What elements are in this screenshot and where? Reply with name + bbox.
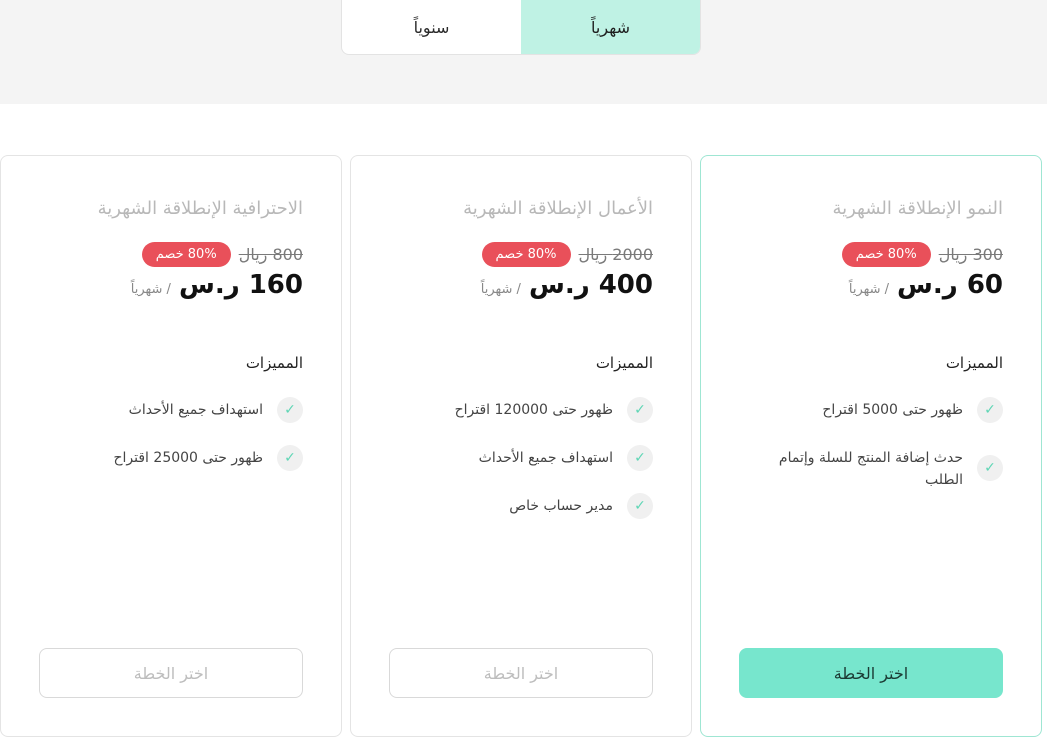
- old-price: 800 ريال: [238, 245, 303, 264]
- price-original-row: 300 ريال 80% خصم: [841, 242, 1003, 267]
- old-price: 2000 ريال: [578, 245, 653, 264]
- plan-title: الأعمال الإنطلاقة الشهرية: [463, 198, 653, 219]
- billing-period: / شهرياً: [848, 282, 890, 297]
- feature-item: ✓ حدث إضافة المنتج للسلة وإتمام الطلب: [733, 447, 1003, 491]
- choose-plan-button[interactable]: اختر الخطة: [739, 648, 1003, 698]
- features-heading: المميزات: [245, 354, 303, 372]
- feature-text: استهداف جميع الأحداث: [128, 402, 263, 418]
- price-row: 160 ر.س / شهرياً: [131, 270, 303, 300]
- feature-item: ✓ استهداف جميع الأحداث: [33, 397, 303, 423]
- billing-period: / شهرياً: [130, 282, 171, 297]
- features-list: ✓ ظهور حتى 120000 اقتراح ✓ استهداف جميع …: [383, 397, 653, 543]
- feature-text: استهداف جميع الأحداث: [478, 450, 613, 466]
- plan-title: النمو الإنطلاقة الشهرية: [832, 198, 1003, 219]
- feature-item: ✓ مدير حساب خاص: [383, 493, 653, 519]
- features-heading: المميزات: [945, 354, 1003, 372]
- feature-text: ظهور حتى 5000 اقتراح: [822, 402, 963, 418]
- check-icon: ✓: [627, 445, 653, 471]
- plan-card-growth: النمو الإنطلاقة الشهرية 300 ريال 80% خصم…: [700, 155, 1042, 737]
- feature-item: ✓ ظهور حتى 25000 اقتراح: [33, 445, 303, 471]
- plan-card-business: الأعمال الإنطلاقة الشهرية 2000 ريال 80% …: [350, 155, 692, 737]
- check-icon: ✓: [627, 493, 653, 519]
- feature-text: حدث إضافة المنتج للسلة وإتمام الطلب: [778, 450, 963, 488]
- billing-toggle: شهرياً سنوياً: [341, 0, 701, 55]
- features-list: ✓ استهداف جميع الأحداث ✓ ظهور حتى 25000 …: [33, 397, 303, 495]
- feature-item: ✓ ظهور حتى 5000 اقتراح: [733, 397, 1003, 423]
- billing-period: / شهرياً: [480, 282, 521, 297]
- toggle-yearly[interactable]: سنوياً: [342, 0, 521, 54]
- choose-plan-button[interactable]: اختر الخطة: [39, 648, 303, 698]
- price: 400 ر.س: [528, 270, 653, 300]
- discount-badge: 80% خصم: [481, 242, 571, 267]
- discount-badge: 80% خصم: [841, 242, 931, 267]
- price-row: 60 ر.س / شهرياً: [849, 270, 1003, 300]
- old-price: 300 ريال: [938, 245, 1003, 264]
- check-icon: ✓: [277, 445, 303, 471]
- plan-title: الاحترافية الإنطلاقة الشهرية: [97, 198, 303, 219]
- check-icon: ✓: [977, 397, 1003, 423]
- toggle-monthly[interactable]: شهرياً: [521, 0, 700, 54]
- discount-badge: 80% خصم: [141, 242, 231, 267]
- feature-text: مدير حساب خاص: [509, 498, 613, 514]
- price-row: 400 ر.س / شهرياً: [481, 270, 653, 300]
- check-icon: ✓: [977, 455, 1003, 481]
- feature-text: ظهور حتى 120000 اقتراح: [454, 402, 613, 418]
- check-icon: ✓: [277, 397, 303, 423]
- price-original-row: 2000 ريال 80% خصم: [481, 242, 653, 267]
- features-heading: المميزات: [595, 354, 653, 372]
- check-icon: ✓: [627, 397, 653, 423]
- price-original-row: 800 ريال 80% خصم: [141, 242, 303, 267]
- price: 160 ر.س: [178, 270, 303, 300]
- features-list: ✓ ظهور حتى 5000 اقتراح ✓ حدث إضافة المنت…: [733, 397, 1003, 515]
- feature-item: ✓ استهداف جميع الأحداث: [383, 445, 653, 471]
- price: 60 ر.س: [897, 270, 1003, 300]
- choose-plan-button[interactable]: اختر الخطة: [389, 648, 653, 698]
- feature-text: ظهور حتى 25000 اقتراح: [113, 450, 263, 466]
- plan-card-professional: الاحترافية الإنطلاقة الشهرية 800 ريال 80…: [0, 155, 342, 737]
- feature-item: ✓ ظهور حتى 120000 اقتراح: [383, 397, 653, 423]
